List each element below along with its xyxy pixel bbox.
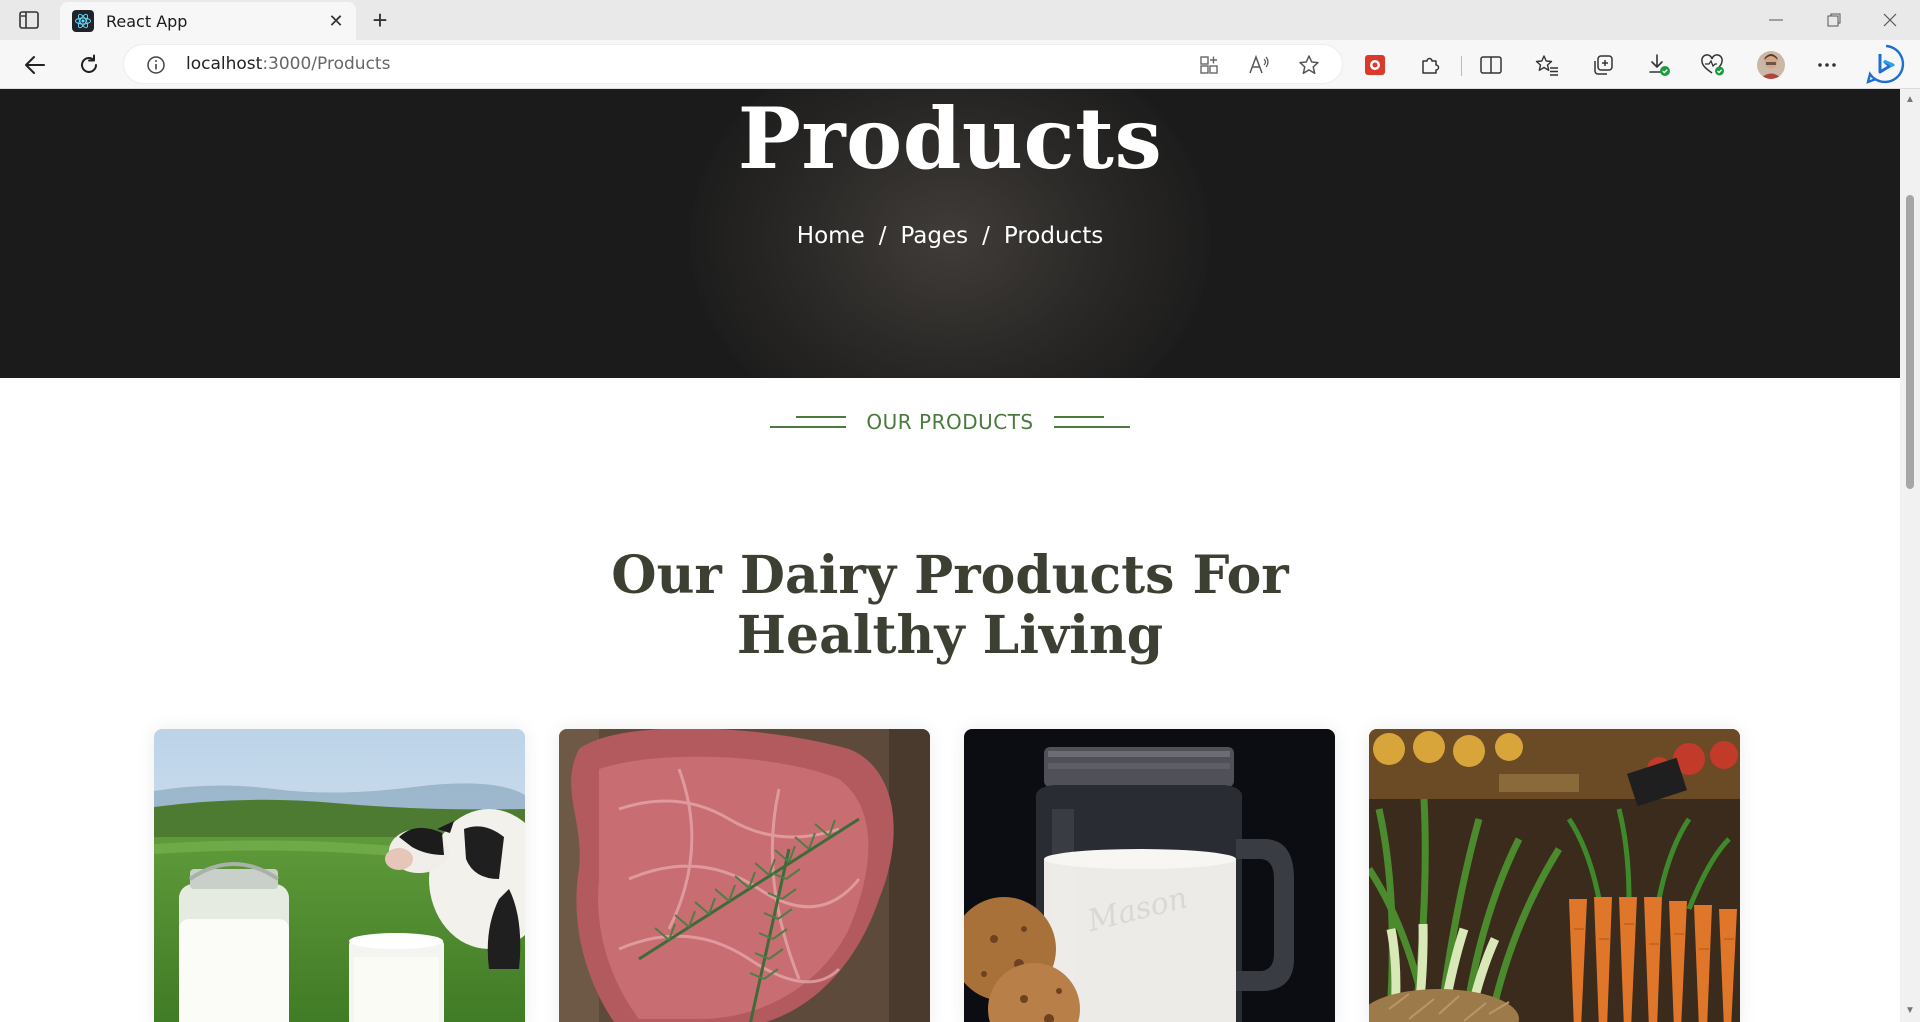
refresh-icon[interactable] [74, 50, 104, 80]
page-viewport: Products Home / Pages / Products OUR PRO… [0, 89, 1900, 1022]
scroll-down-arrow-icon[interactable]: ▼ [1904, 1004, 1916, 1016]
product-card-steak[interactable] [559, 729, 930, 1022]
more-options-icon[interactable] [1814, 52, 1840, 78]
steak-image [559, 729, 930, 1022]
section-heading-line2: Healthy Living [736, 605, 1164, 666]
browser-essentials-icon[interactable] [1700, 52, 1726, 78]
scrollbar-thumb[interactable] [1906, 195, 1914, 489]
milk-cow-image [154, 729, 525, 1022]
site-info-icon[interactable] [146, 55, 166, 75]
back-arrow-icon[interactable] [20, 50, 50, 80]
breadcrumb-pages-link[interactable]: Pages [900, 223, 968, 249]
browser-toolbar: localhost:3000/Products [0, 40, 1920, 89]
new-tab-button[interactable]: + [368, 5, 392, 35]
breadcrumb: Home / Pages / Products [0, 223, 1900, 249]
breadcrumb-separator: / [878, 223, 887, 249]
react-logo-icon [72, 10, 94, 32]
page-title: Products [737, 89, 1163, 188]
toolbar-divider [1461, 56, 1462, 76]
breadcrumb-current: Products [1003, 223, 1104, 249]
vegetables-image [1369, 729, 1740, 1022]
restore-icon[interactable] [1814, 6, 1854, 34]
split-screen-icon[interactable] [1478, 52, 1504, 78]
section-heading-line1: Our Dairy Products For [611, 545, 1289, 606]
page-scrollbar[interactable]: ▲ ▼ [1900, 89, 1920, 1022]
read-aloud-icon[interactable] [1248, 54, 1270, 76]
product-card-milk-and-cow[interactable] [154, 729, 525, 1022]
product-card-grid: Mason [154, 729, 1744, 1022]
favorites-icon[interactable] [1534, 52, 1560, 78]
scroll-up-arrow-icon[interactable]: ▲ [1904, 93, 1916, 105]
page-header-banner: Products Home / Pages / Products [0, 89, 1900, 378]
extensions-puzzle-icon[interactable] [1417, 52, 1443, 78]
browser-tab-bar: React App ✕ + [0, 0, 1920, 40]
active-tab[interactable]: React App ✕ [60, 2, 356, 40]
breadcrumb-separator: / [982, 223, 990, 249]
app-available-icon[interactable] [1198, 54, 1220, 76]
downloads-icon[interactable] [1646, 52, 1672, 78]
kicker-right-decoration [1053, 416, 1130, 428]
kicker-left-decoration [770, 416, 847, 428]
url-text[interactable]: localhost:3000/Products [186, 54, 390, 74]
product-card-vegetables[interactable] [1369, 729, 1740, 1022]
url-host: localhost [186, 54, 263, 74]
milk-jar-cookies-image: Mason [964, 729, 1335, 1022]
close-tab-icon[interactable]: ✕ [326, 11, 346, 31]
collections-icon[interactable] [1590, 52, 1616, 78]
section-kicker-text: OUR PRODUCTS [866, 410, 1034, 434]
url-path: :3000/Products [262, 54, 391, 74]
extension-red-icon[interactable] [1362, 52, 1388, 78]
breadcrumb-home-link[interactable]: Home [797, 223, 865, 249]
bing-chat-icon[interactable] [1866, 44, 1906, 84]
tab-title: React App [106, 11, 188, 31]
address-bar[interactable]: localhost:3000/Products [124, 45, 1342, 83]
section-kicker: OUR PRODUCTS [0, 410, 1900, 434]
close-window-icon[interactable] [1870, 6, 1910, 34]
product-card-milk-jar[interactable]: Mason [964, 729, 1335, 1022]
profile-avatar[interactable] [1756, 50, 1786, 80]
tab-actions-icon[interactable] [18, 10, 40, 30]
section-heading: Our Dairy Products For Healthy Living [0, 546, 1900, 666]
favorite-star-icon[interactable] [1298, 54, 1320, 76]
minimize-icon[interactable] [1756, 6, 1796, 34]
